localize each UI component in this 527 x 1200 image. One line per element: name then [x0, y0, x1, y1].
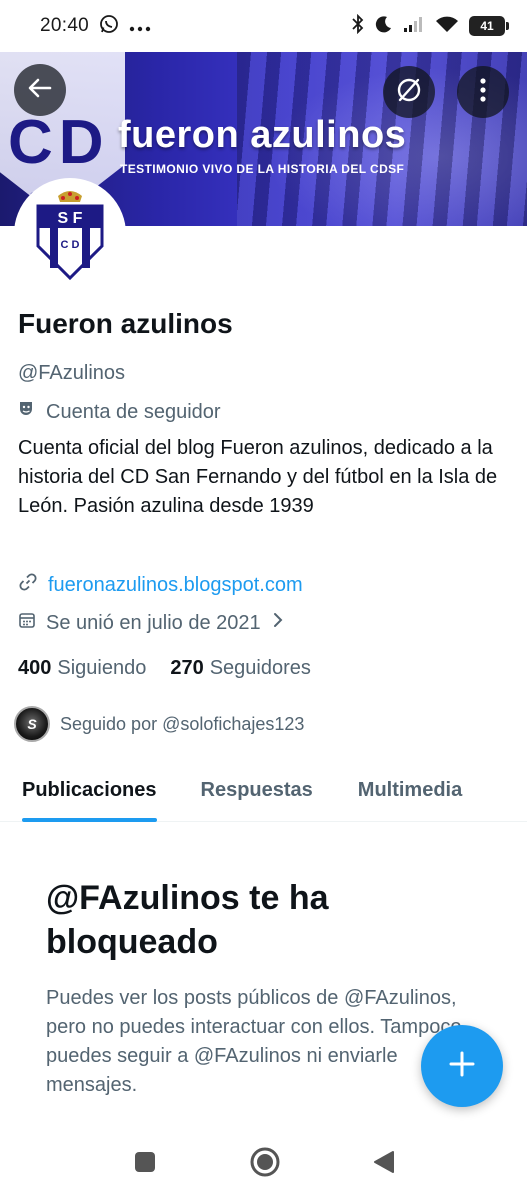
following-label: Siguiendo — [57, 657, 147, 679]
status-bar-left: 20:40 — [40, 14, 151, 39]
plus-icon — [448, 1050, 476, 1083]
chevron-right-icon — [271, 611, 285, 635]
triangle-back-icon — [373, 1150, 394, 1173]
more-dots-icon — [129, 16, 151, 37]
followed-by[interactable]: S Seguido por @solofichajes123 — [14, 706, 304, 742]
profile-bio: Cuenta oficial del blog Fueron azulinos,… — [18, 437, 498, 517]
profile-tabs: Publicaciones Respuestas Multimedia — [0, 758, 527, 822]
recents-button[interactable] — [133, 1150, 157, 1179]
blocked-text: Puedes ver los posts públicos de @FAzuli… — [46, 987, 462, 1096]
followers-count: 270 — [170, 657, 204, 679]
banner-subtitle: TESTIMONIO VIVO DE LA HISTORIA DEL CDSF — [120, 162, 405, 176]
hide-profile-button[interactable] — [383, 66, 435, 118]
tab-label: Respuestas — [200, 778, 313, 801]
banner-crest-text: CD — [8, 108, 110, 177]
join-date-text: Se unió en julio de 2021 — [46, 611, 261, 634]
active-tab-indicator — [22, 818, 157, 822]
profile-name: Fueron azulinos — [18, 308, 233, 339]
system-nav-bar — [0, 1128, 527, 1200]
club-crest-icon: S F C D — [36, 191, 104, 281]
status-time: 20:40 — [40, 15, 90, 36]
theater-masks-icon — [18, 400, 36, 424]
wifi-icon — [435, 15, 459, 38]
blocked-title: @FAzulinos te ha bloqueado — [46, 879, 329, 961]
home-button[interactable] — [249, 1146, 281, 1183]
website-link[interactable]: fueronazulinos.blogspot.com — [48, 574, 303, 597]
more-options-button[interactable] — [457, 66, 509, 118]
tab-multimedia[interactable]: Multimedia — [358, 758, 462, 822]
whatsapp-icon — [99, 14, 119, 39]
back-nav-button[interactable] — [373, 1150, 395, 1179]
do-not-disturb-moon-icon — [375, 15, 393, 38]
follower-avatar: S — [14, 706, 50, 742]
calendar-icon — [18, 611, 36, 635]
arrow-left-icon — [26, 74, 54, 107]
status-bar: 20:40 41 — [0, 0, 527, 52]
followers-stat[interactable]: 270 Seguidores — [170, 657, 311, 680]
tab-respuestas[interactable]: Respuestas — [201, 758, 313, 822]
profile-stats: 400 Siguiendo 270 Seguidores — [18, 657, 311, 680]
status-bar-right: 41 — [351, 13, 509, 39]
following-stat[interactable]: 400 Siguiendo — [18, 657, 146, 680]
profile-website[interactable]: fueronazulinos.blogspot.com — [18, 572, 303, 598]
back-button[interactable] — [14, 64, 66, 116]
followers-label: Seguidores — [209, 657, 311, 679]
compose-button[interactable] — [421, 1025, 503, 1107]
bluetooth-icon — [351, 13, 365, 39]
eye-slash-icon — [394, 75, 424, 110]
signal-icon — [403, 15, 425, 38]
avatar-crest-top: S F — [58, 210, 83, 227]
account-label-text: Cuenta de seguidor — [46, 400, 221, 423]
followed-by-text: Seguido por @solofichajes123 — [60, 713, 305, 734]
following-count: 400 — [18, 657, 52, 679]
battery-icon: 41 — [469, 16, 509, 36]
circle-home-icon — [250, 1147, 279, 1176]
profile-avatar[interactable]: S F C D — [14, 178, 126, 290]
square-icon — [134, 1151, 155, 1172]
avatar-crest-bottom: C D — [61, 239, 80, 251]
account-label[interactable]: Cuenta de seguidor — [18, 400, 221, 424]
banner-title: fueron azulinos — [118, 114, 407, 156]
profile-join-date[interactable]: Se unió en julio de 2021 — [18, 611, 285, 635]
profile-handle: @FAzulinos — [18, 362, 126, 384]
tab-label: Publicaciones — [22, 778, 157, 801]
tab-publicaciones[interactable]: Publicaciones — [22, 758, 157, 822]
more-vertical-icon — [479, 77, 487, 108]
tab-label: Multimedia — [357, 778, 463, 801]
link-icon — [18, 572, 38, 598]
